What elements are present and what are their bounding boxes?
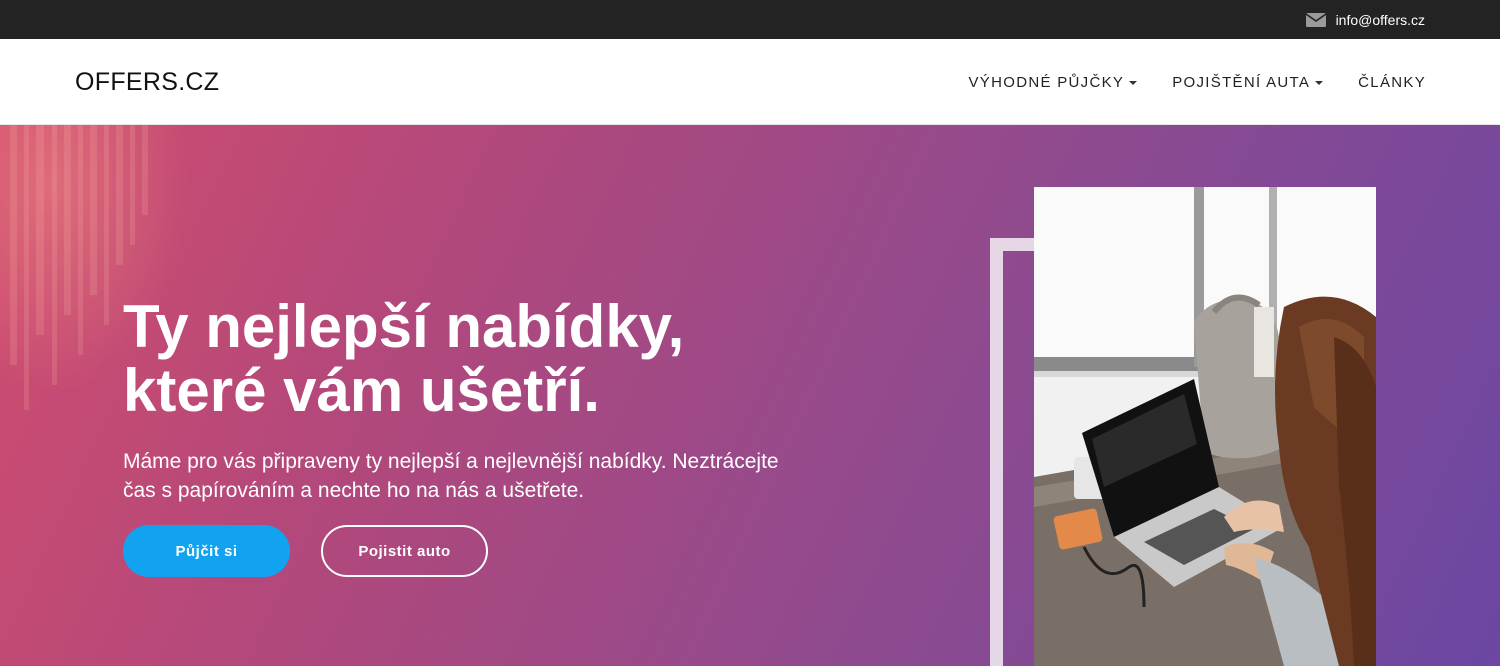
nav-item-label: POJIŠTĚNÍ AUTA [1172, 73, 1311, 91]
nav-item-car-insurance[interactable]: POJIŠTĚNÍ AUTA [1172, 73, 1324, 91]
top-bar: info@offers.cz [0, 0, 1500, 39]
nav-item-loans[interactable]: VÝHODNÉ PŮJČKY [968, 73, 1138, 91]
hero-section: Ty nejlepší nabídky, které vám ušetří. M… [0, 125, 1500, 666]
main-navbar: OFFERS.CZ VÝHODNÉ PŮJČKY POJIŠTĚNÍ AUTA … [0, 39, 1500, 125]
nav-item-label: ČLÁNKY [1358, 73, 1426, 91]
nav-item-label: VÝHODNÉ PŮJČKY [968, 73, 1125, 91]
email-link[interactable]: info@offers.cz [1336, 12, 1425, 28]
nav-item-articles[interactable]: ČLÁNKY [1358, 74, 1426, 91]
hero-title-line-2: které vám ušetří. [123, 357, 600, 424]
main-nav: VÝHODNÉ PŮJČKY POJIŠTĚNÍ AUTA ČLÁNKY [968, 39, 1426, 125]
woman-laptop-photo [1034, 187, 1376, 666]
envelope-icon [1305, 12, 1326, 27]
hero-subtitle: Máme pro vás připraveny ty nejlepší a ne… [123, 447, 843, 505]
insure-car-button[interactable]: Pojistit auto [321, 525, 488, 577]
contact-email[interactable]: info@offers.cz [1305, 0, 1425, 39]
caret-down-icon [1129, 80, 1138, 85]
hero-title-line-1: Ty nejlepší nabídky, [123, 293, 685, 360]
caret-down-icon [1315, 80, 1324, 85]
hero-subtitle-line-2: čas s papírováním a nechte ho na nás a u… [123, 479, 585, 502]
site-logo[interactable]: OFFERS.CZ [75, 39, 219, 125]
hero-title: Ty nejlepší nabídky, které vám ušetří. [123, 295, 823, 423]
hero-subtitle-line-1: Máme pro vás připraveny ty nejlepší a ne… [123, 450, 779, 473]
hero-photo [1034, 187, 1376, 666]
borrow-button[interactable]: Půjčit si [123, 525, 290, 577]
